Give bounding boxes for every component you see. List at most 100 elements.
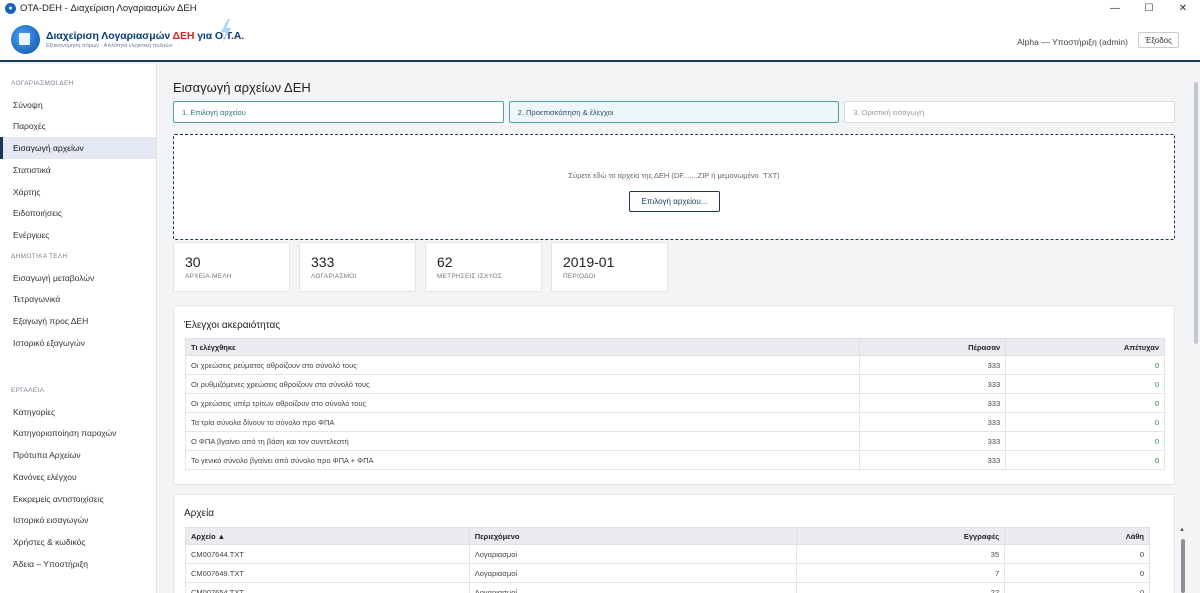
files-table-scrollbar[interactable]: ▲ [1179, 527, 1186, 593]
table-row: Οι χρεώσεις υπέρ τρίτων αθροίζουν στο σύ… [184, 393, 1165, 413]
sidebar-item[interactable]: Κατηγορίες [0, 401, 156, 423]
sidebar-item[interactable]: Κανόνες ελέγχου [0, 466, 156, 488]
sidebar-item[interactable]: Άδεια – Υποστήριξη [0, 553, 156, 575]
file-content: Λογαριασμοί [468, 582, 798, 593]
stat-value: 62 [437, 254, 453, 270]
table-row[interactable]: CM007654.TXT Λογαριασμοί 22 0 [185, 582, 1150, 593]
file-content: Λογαριασμοί [468, 563, 798, 583]
col-header-check[interactable]: Τι ελέγχθηκε [184, 338, 861, 356]
col-header-content[interactable]: Περιεχόμενο [468, 527, 798, 545]
sidebar-item[interactable]: Ιστορικό εισαγωγών [0, 510, 156, 532]
check-description: Ο ΦΠΑ βγαίνει από τη βάση και τον συντελ… [184, 431, 861, 451]
table-row: Το γενικό σύνολο βγαίνει από σύνολο προ … [184, 450, 1165, 470]
stat-card-periods: 2019-01 ΠΕΡΙΟΔΟΙ [551, 242, 668, 292]
main-content: Εισαγωγή αρχείων ΔΕΗ 1. Επιλογή αρχείου … [157, 64, 1189, 593]
sidebar-section-title: ΕΡΓΑΛΕΙΑ [11, 387, 45, 394]
sidebar-item[interactable]: Χρήστες & κωδικός [0, 531, 156, 553]
scroll-thumb[interactable] [1181, 539, 1185, 593]
table-row: Τα τρία σύνολα δίνουν το σύνολο προ ΦΠΑ 3… [184, 412, 1165, 432]
col-header-file[interactable]: Αρχείο ▲ [185, 527, 470, 545]
passed-count: 333 [859, 374, 1007, 394]
stat-label: ΑΡΧΕΙΑ-ΜΕΛΗ [185, 273, 232, 280]
page-scroll-thumb[interactable] [1194, 82, 1198, 344]
check-description: Οι χρεώσεις ρεύματος αθροίζουν στο σύνολ… [184, 355, 861, 375]
failed-count: 0 [1005, 412, 1165, 432]
window-title: OTA-DEH - Διαχείριση Λογαριασμών ΔΕΗ [20, 3, 197, 14]
passed-count: 333 [859, 412, 1007, 432]
close-button[interactable]: ✕ [1166, 0, 1200, 17]
file-name: CM007649.TXT [185, 563, 470, 583]
passed-count: 333 [859, 355, 1007, 375]
table-row[interactable]: CM007644.TXT Λογαριασμοί 35 0 [185, 544, 1150, 564]
app-icon: ● [5, 3, 16, 14]
files-card: Αρχεία Αρχείο ▲ Περιεχόμενο Εγγραφές Λάθ… [173, 494, 1175, 593]
minimize-button[interactable]: — [1098, 0, 1132, 17]
check-description: Τα τρία σύνολα δίνουν το σύνολο προ ΦΠΑ [184, 412, 861, 432]
failed-count: 0 [1005, 393, 1165, 413]
record-count: 35 [796, 544, 1006, 564]
passed-count: 333 [859, 431, 1007, 451]
check-description: Οι χρεώσεις υπέρ τρίτων αθροίζουν στο σύ… [184, 393, 861, 413]
files-title: Αρχεία [184, 508, 215, 519]
stat-label: ΜΕΤΡΗΣΕΙΣ ΙΣΧΥΟΣ [437, 273, 503, 280]
sidebar-item[interactable]: Εξαγωγή προς ΔΕΗ [0, 310, 156, 332]
stat-label: ΛΟΓΑΡΙΑΣΜΟΙ [311, 273, 357, 280]
failed-count: 0 [1005, 450, 1165, 470]
sidebar-item[interactable]: Τετραγωνικά [0, 289, 156, 311]
file-content: Λογαριασμοί [468, 544, 798, 564]
stats-row: 30 ΑΡΧΕΙΑ-ΜΕΛΗ 333 ΛΟΓΑΡΙΑΣΜΟΙ 62 ΜΕΤΡΗΣ… [173, 242, 668, 292]
step-final-import[interactable]: 3. Οριστική εισαγωγή [844, 101, 1176, 123]
logo-emblem-icon [11, 25, 40, 54]
sidebar-section-title: ΔΗΜΟΤΙΚΑ ΤΕΛΗ [11, 253, 68, 260]
sidebar-item[interactable]: Στατιστικά [0, 159, 156, 181]
table-row[interactable]: CM007649.TXT Λογαριασμοί 7 0 [185, 563, 1150, 583]
col-header-passed[interactable]: Πέρασαν [859, 338, 1007, 356]
failed-count: 0 [1005, 374, 1165, 394]
app-header: Διαχείριση Λογαριασμών ΔΕΗ για Ο.Τ.Α. Εξ… [0, 17, 1200, 62]
page-title: Εισαγωγή αρχείων ΔΕΗ [173, 80, 311, 95]
sidebar-item[interactable]: Παροχές [0, 116, 156, 138]
stat-card-members: 30 ΑΡΧΕΙΑ-ΜΕΛΗ [173, 242, 290, 292]
record-count: 22 [796, 582, 1006, 593]
sidebar-item[interactable]: Ειδοποιήσεις [0, 203, 156, 225]
record-count: 7 [796, 563, 1006, 583]
error-count: 0 [1004, 582, 1150, 593]
app-logo: Διαχείριση Λογαριασμών ΔΕΗ για Ο.Τ.Α. Εξ… [11, 25, 244, 54]
stat-card-power-measurements: 62 ΜΕΤΡΗΣΕΙΣ ΙΣΧΥΟΣ [425, 242, 542, 292]
logo-title: Διαχείριση Λογαριασμών ΔΕΗ για Ο.Τ.Α. [46, 30, 245, 42]
col-header-errors[interactable]: Λάθη [1004, 527, 1150, 545]
stat-value: 2019-01 [563, 254, 615, 270]
col-header-failed[interactable]: Απέτυχαν [1005, 338, 1165, 356]
sidebar-item[interactable]: Εισαγωγή μεταβολών [0, 267, 156, 289]
sidebar-item[interactable]: Ενέργειες [0, 224, 156, 246]
stat-label: ΠΕΡΙΟΔΟΙ [563, 273, 596, 280]
sidebar: ΛΟΓΑΡΙΑΣΜΟΙ ΔΕΗ Σύνοψη Παροχές Εισαγωγή αρχ… [0, 64, 157, 593]
integrity-checks-title: Έλεγχοι ακεραιότητας [184, 320, 281, 331]
sidebar-item[interactable]: Εισαγωγή αρχείων [0, 137, 156, 159]
logout-button[interactable]: Έξοδος [1138, 32, 1179, 48]
sidebar-item[interactable]: Κατηγοριοποίηση παροχών [0, 423, 156, 445]
passed-count: 333 [859, 450, 1007, 470]
error-count: 0 [1004, 544, 1150, 564]
file-dropzone[interactable]: Σύρετε εδώ το αρχείο της ΔΕΗ (DF.......Z… [173, 134, 1175, 240]
choose-file-button[interactable]: Επιλογή αρχείου... [629, 191, 720, 212]
logo-subtitle: Εξοικονόμηση πόρων - Απλότητα ελεγκτική … [46, 43, 173, 49]
wizard-steps: 1. Επιλογή αρχείου 2. Προεπισκόπηση & έλ… [173, 101, 1176, 123]
table-row: Ο ΦΠΑ βγαίνει από τη βάση και τον συντελ… [184, 431, 1165, 451]
sidebar-item[interactable]: Ιστορικό εξαγωγών [0, 332, 156, 354]
step-preview-checks[interactable]: 2. Προεπισκόπηση & έλεγχοι [508, 101, 840, 123]
check-description: Οι ρυθμιζόμενες χρεώσεις αθροίζουν στο σ… [184, 374, 861, 394]
file-name: CM007644.TXT [185, 544, 470, 564]
sidebar-item[interactable]: Σύνοψη [0, 94, 156, 116]
col-header-records[interactable]: Εγγραφές [796, 527, 1006, 545]
scroll-up-arrow-icon[interactable]: ▲ [1179, 527, 1185, 533]
maximize-button[interactable]: ☐ [1132, 0, 1166, 17]
error-count: 0 [1004, 563, 1150, 583]
file-name: CM007654.TXT [185, 582, 470, 593]
dropzone-text: Σύρετε εδώ το αρχείο της ΔΕΗ (DF.......Z… [568, 171, 780, 180]
user-info: Alpha — Υποστήριξη (admin) [1017, 37, 1128, 47]
sidebar-item[interactable]: Πρότυπα Αρχείων [0, 444, 156, 466]
sidebar-item[interactable]: Χάρτης [0, 181, 156, 203]
step-select-file[interactable]: 1. Επιλογή αρχείου [173, 101, 504, 123]
sidebar-item[interactable]: Εκκρεμείς αντιστοιχίσεις [0, 488, 156, 510]
